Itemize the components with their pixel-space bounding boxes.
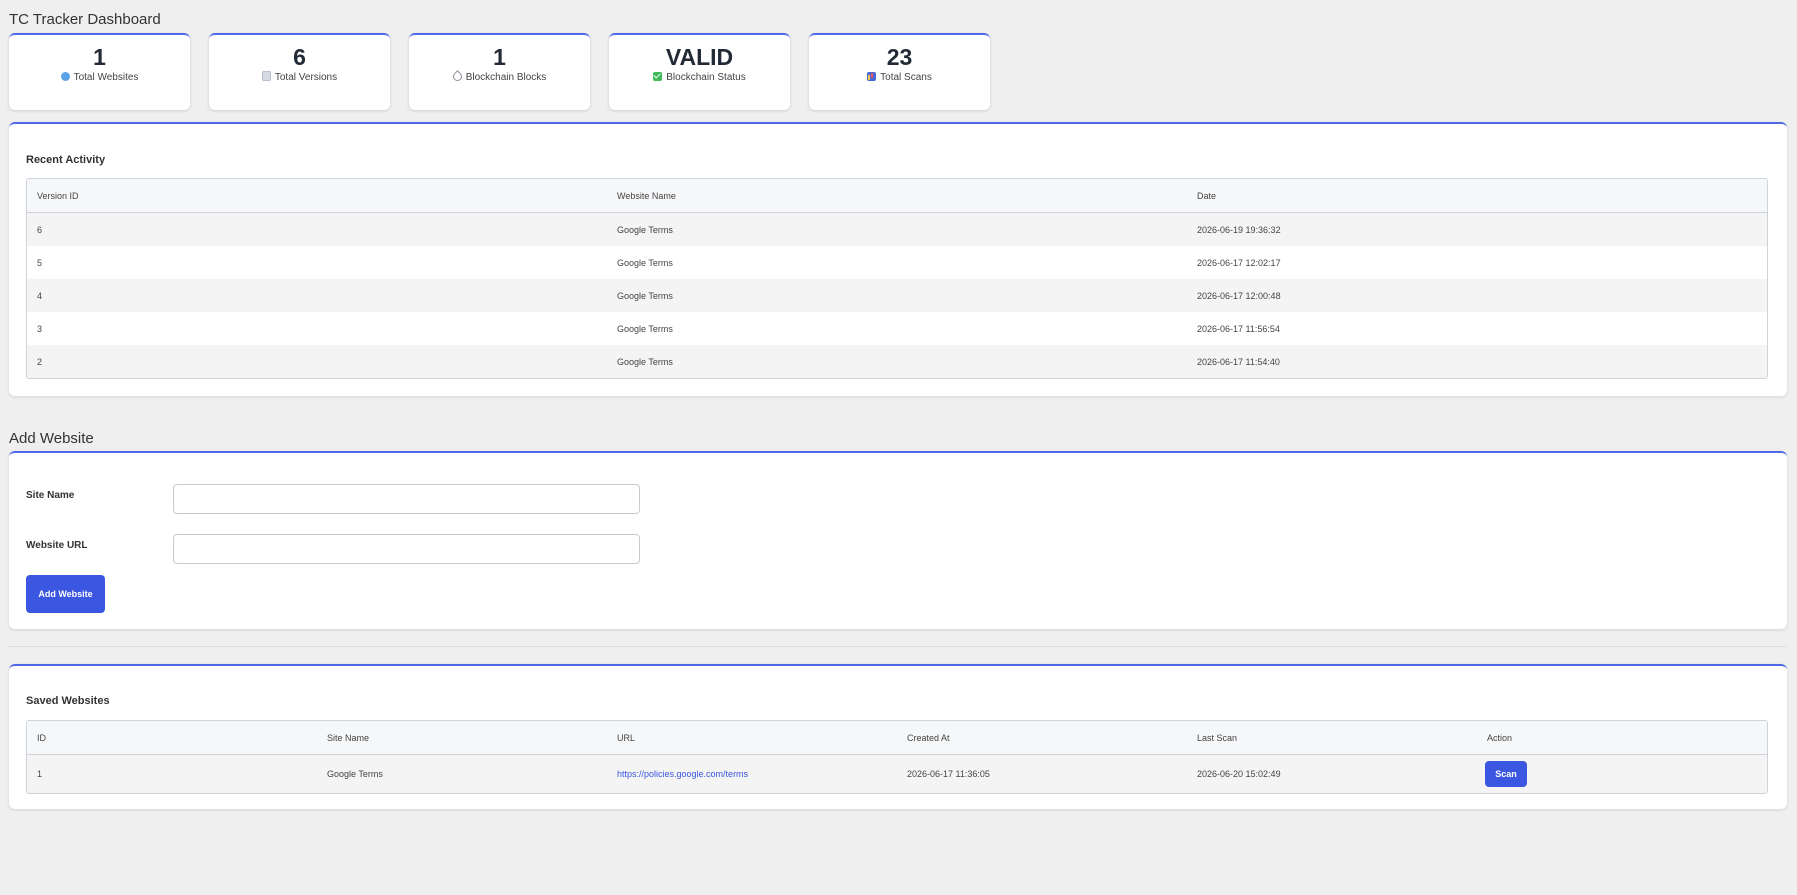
table-row: 2 Google Terms 2026-06-17 11:54:40 [27, 345, 1767, 378]
website-name-cell: Google Terms [617, 323, 673, 334]
saved-websites-table: ID Site Name URL Created At Last Scan Ac… [26, 720, 1768, 794]
date-cell: 2026-06-19 19:36:32 [1197, 224, 1281, 235]
stats-row: 1 Total Websites 6 Total Versions 1 Bloc… [9, 33, 990, 110]
table-header-row: Version ID Website Name Date [27, 179, 1767, 213]
globe-icon [60, 72, 70, 81]
saved-websites-panel: Saved Websites ID Site Name URL Created … [9, 664, 1787, 809]
website-name-cell: Google Terms [617, 224, 673, 235]
column-header: ID [37, 732, 46, 743]
website-url-link[interactable]: https://policies.google.com/terms [617, 769, 748, 779]
bar-chart-icon [867, 72, 877, 81]
version-id-cell: 4 [37, 290, 43, 301]
table-row: 5 Google Terms 2026-06-17 12:02:17 [27, 246, 1767, 279]
stat-label: Blockchain Status [666, 72, 746, 83]
table-row: 6 Google Terms 2026-06-19 19:36:32 [27, 213, 1767, 246]
recent-activity-panel: Recent Activity Version ID Website Name … [9, 122, 1787, 396]
date-cell: 2026-06-17 12:02:17 [1197, 257, 1281, 268]
version-id-cell: 6 [37, 224, 43, 235]
stat-value: 6 [293, 44, 306, 70]
stat-label: Total Scans [880, 72, 932, 83]
recent-activity-heading: Recent Activity [26, 154, 106, 166]
checkmark-icon [653, 72, 663, 81]
action-cell: Scan [1477, 761, 1767, 787]
dashboard-page: TC Tracker Dashboard 1 Total Websites 6 … [0, 0, 1797, 895]
stat-card-total-scans: 23 Total Scans [809, 33, 990, 110]
table-row: 4 Google Terms 2026-06-17 12:00:48 [27, 279, 1767, 312]
stat-card-blockchain-blocks: 1 Blockchain Blocks [409, 33, 590, 110]
column-header: Created At [907, 732, 950, 743]
document-icon [261, 71, 271, 81]
saved-websites-heading: Saved Websites [26, 695, 110, 707]
add-website-button[interactable]: Add Website [26, 575, 105, 613]
stat-label: Blockchain Blocks [465, 72, 547, 83]
stat-card-blockchain-status: VALID Blockchain Status [609, 33, 790, 110]
table-header-row: ID Site Name URL Created At Last Scan Ac… [27, 721, 1767, 755]
date-cell: 2026-06-17 11:54:40 [1197, 356, 1280, 367]
page-title: TC Tracker Dashboard [9, 11, 161, 28]
scan-button[interactable]: Scan [1485, 761, 1527, 787]
section-divider [9, 646, 1787, 647]
column-header: URL [617, 732, 636, 743]
date-cell: 2026-06-17 12:00:48 [1197, 290, 1281, 301]
website-url-label: Website URL [26, 540, 88, 551]
site-name-label: Site Name [26, 490, 75, 501]
date-cell: 2026-06-17 11:56:54 [1197, 323, 1280, 334]
stat-value: 1 [93, 44, 106, 70]
site-name-input[interactable] [173, 484, 640, 514]
stat-label: Total Versions [274, 72, 338, 83]
website-name-cell: Google Terms [617, 257, 673, 268]
website-name-cell: Google Terms [617, 290, 673, 301]
table-row: 1 Google Terms https://policies.google.c… [27, 755, 1767, 793]
stat-card-total-versions: 6 Total Versions [209, 33, 390, 110]
column-header: Date [1197, 190, 1217, 201]
id-cell: 1 [37, 769, 43, 779]
created-at-cell: 2026-06-17 11:36:05 [907, 769, 990, 779]
last-scan-cell: 2026-06-20 15:02:49 [1197, 769, 1281, 779]
url-cell: https://policies.google.com/terms [607, 769, 897, 779]
column-header: Action [1487, 732, 1513, 743]
version-id-cell: 2 [37, 356, 43, 367]
add-website-title: Add Website [9, 430, 94, 447]
version-id-cell: 3 [37, 323, 43, 334]
table-row: 3 Google Terms 2026-06-17 11:56:54 [27, 312, 1767, 345]
recent-activity-table: Version ID Website Name Date 6 Google Te… [26, 178, 1768, 379]
add-website-panel: Site Name Website URL Add Website [9, 451, 1787, 629]
column-header: Website Name [617, 190, 676, 201]
stat-label: Total Websites [73, 72, 139, 83]
column-header: Site Name [327, 732, 370, 743]
site-name-cell: Google Terms [327, 769, 383, 779]
stat-value: 23 [886, 44, 913, 70]
column-header: Last Scan [1197, 732, 1238, 743]
website-name-cell: Google Terms [617, 356, 673, 367]
website-url-input[interactable] [173, 534, 640, 564]
stat-value: VALID [665, 44, 734, 70]
stat-card-total-websites: 1 Total Websites [9, 33, 190, 110]
link-icon [450, 70, 464, 83]
stat-value: 1 [493, 44, 506, 70]
version-id-cell: 5 [37, 257, 43, 268]
column-header: Version ID [37, 190, 79, 201]
